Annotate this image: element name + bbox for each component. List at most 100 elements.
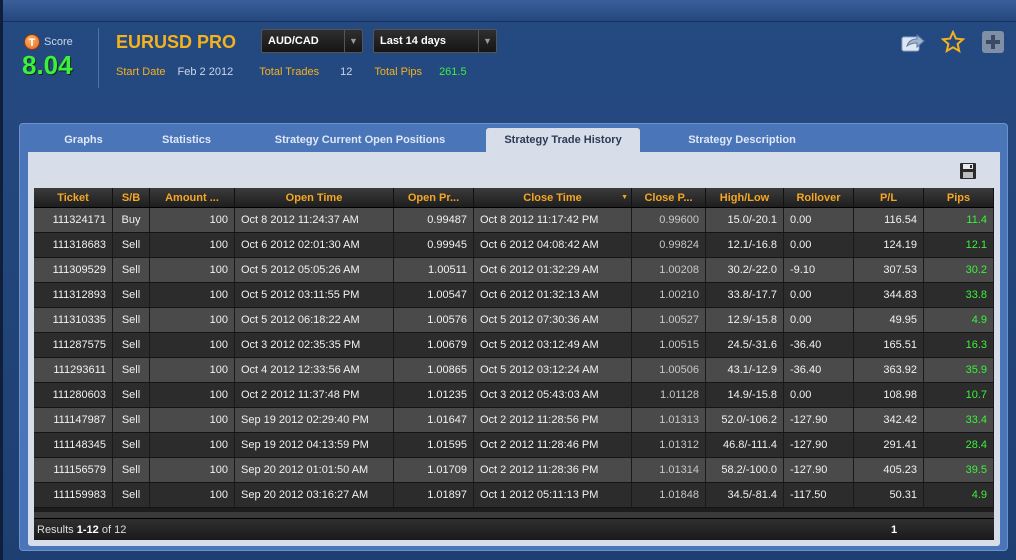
cell-side: Sell bbox=[113, 333, 150, 357]
chevron-down-icon[interactable]: ▼ bbox=[344, 30, 362, 52]
cell-side: Sell bbox=[113, 483, 150, 507]
cell-close-time: Oct 1 2012 05:11:13 PM bbox=[474, 483, 632, 507]
chevron-down-icon[interactable]: ▼ bbox=[478, 30, 496, 52]
star-icon[interactable] bbox=[941, 30, 965, 54]
start-date-value: Feb 2 2012 bbox=[177, 66, 234, 78]
tab-statistics[interactable]: Statistics bbox=[139, 128, 234, 152]
cell-open-time: Oct 6 2012 02:01:30 AM bbox=[235, 233, 394, 257]
tab-open-positions[interactable]: Strategy Current Open Positions bbox=[234, 128, 486, 152]
table-row[interactable]: 111280603 Sell 100 Oct 2 2012 11:37:48 PM 1.… bbox=[34, 383, 994, 408]
cell-high-low: 12.1/-16.8 bbox=[706, 233, 784, 257]
cell-ticket: 111318683 bbox=[34, 233, 113, 257]
cell-rollover: -36.40 bbox=[784, 333, 854, 357]
cell-close-time: Oct 2 2012 11:28:46 PM bbox=[474, 433, 632, 457]
cell-close-time: Oct 2 2012 11:28:36 PM bbox=[474, 458, 632, 482]
col-close-price[interactable]: Close P... bbox=[632, 188, 706, 207]
cell-rollover: 0.00 bbox=[784, 233, 854, 257]
col-open-time[interactable]: Open Time bbox=[235, 188, 394, 207]
strategy-name: EURUSD PRO bbox=[116, 32, 237, 52]
page-number[interactable]: 1 bbox=[891, 519, 897, 541]
col-amount[interactable]: Amount ... bbox=[150, 188, 235, 207]
top-strip bbox=[3, 0, 1016, 22]
sort-desc-icon: ▼ bbox=[621, 194, 628, 201]
cell-ticket: 111148345 bbox=[34, 433, 113, 457]
cell-pips: 33.8 bbox=[924, 283, 994, 307]
cell-ticket: 111309529 bbox=[34, 258, 113, 282]
pair-select[interactable]: AUD/CAD ▼ bbox=[261, 29, 363, 53]
cell-close-time: Oct 5 2012 07:30:36 AM bbox=[474, 308, 632, 332]
cell-rollover: -127.90 bbox=[784, 458, 854, 482]
header-divider bbox=[98, 28, 99, 88]
save-icon[interactable] bbox=[959, 162, 977, 180]
strategy-panel: Graphs Statistics Strategy Current Open … bbox=[19, 123, 1008, 551]
table-body: 111324171 Buy 100 Oct 8 2012 11:24:37 AM 0.9… bbox=[34, 208, 994, 508]
col-rollover[interactable]: Rollover bbox=[784, 188, 854, 207]
cell-close-price: 0.99824 bbox=[632, 233, 706, 257]
cell-open-price: 0.99945 bbox=[394, 233, 474, 257]
table-row[interactable]: 111310335 Sell 100 Oct 5 2012 06:18:22 AM 1.… bbox=[34, 308, 994, 333]
col-ticket[interactable]: Ticket bbox=[34, 188, 113, 207]
cell-close-price: 0.99600 bbox=[632, 208, 706, 232]
plus-icon[interactable] bbox=[981, 30, 1005, 54]
tab-bar: Graphs Statistics Strategy Current Open … bbox=[28, 128, 844, 152]
col-high-low[interactable]: High/Low bbox=[706, 188, 784, 207]
cell-pips: 11.4 bbox=[924, 208, 994, 232]
cell-amount: 100 bbox=[150, 383, 235, 407]
tab-trade-history[interactable]: Strategy Trade History bbox=[486, 128, 640, 152]
table-row[interactable]: 111148345 Sell 100 Sep 19 2012 04:13:59 PM 1… bbox=[34, 433, 994, 458]
cell-side: Sell bbox=[113, 408, 150, 432]
results-range: 1-12 bbox=[76, 524, 99, 536]
col-close-time[interactable]: Close Time ▼ bbox=[474, 188, 632, 207]
cell-rollover: -9.10 bbox=[784, 258, 854, 282]
table-row[interactable]: 111287575 Sell 100 Oct 3 2012 02:35:35 PM 1.… bbox=[34, 333, 994, 358]
cell-open-price: 1.01235 bbox=[394, 383, 474, 407]
table-row[interactable]: 111318683 Sell 100 Oct 6 2012 02:01:30 AM 0.… bbox=[34, 233, 994, 258]
cell-pl: 344.83 bbox=[854, 283, 924, 307]
cell-close-time: Oct 2 2012 11:28:56 PM bbox=[474, 408, 632, 432]
cell-open-time: Oct 4 2012 12:33:56 AM bbox=[235, 358, 394, 382]
table-row[interactable]: 111159983 Sell 100 Sep 20 2012 03:16:27 AM 1… bbox=[34, 483, 994, 508]
cell-close-price: 1.01128 bbox=[632, 383, 706, 407]
cell-rollover: 0.00 bbox=[784, 383, 854, 407]
cell-open-time: Sep 19 2012 04:13:59 PM bbox=[235, 433, 394, 457]
tab-graphs[interactable]: Graphs bbox=[28, 128, 139, 152]
cell-side: Sell bbox=[113, 433, 150, 457]
cell-close-time: Oct 3 2012 05:43:03 AM bbox=[474, 383, 632, 407]
total-pips-value: 261.5 bbox=[439, 66, 467, 78]
cell-open-time: Oct 5 2012 05:05:26 AM bbox=[235, 258, 394, 282]
cell-rollover: -36.40 bbox=[784, 358, 854, 382]
tab-description[interactable]: Strategy Description bbox=[640, 128, 844, 152]
cell-side: Sell bbox=[113, 308, 150, 332]
period-select[interactable]: Last 14 days ▼ bbox=[373, 29, 497, 53]
table-row[interactable]: 111312893 Sell 100 Oct 5 2012 03:11:55 PM 1.… bbox=[34, 283, 994, 308]
cell-amount: 100 bbox=[150, 433, 235, 457]
col-side[interactable]: S/B bbox=[113, 188, 150, 207]
cell-amount: 100 bbox=[150, 333, 235, 357]
table-row[interactable]: 111147987 Sell 100 Sep 19 2012 02:29:40 PM 1… bbox=[34, 408, 994, 433]
cell-ticket: 111287575 bbox=[34, 333, 113, 357]
table-row[interactable]: 111293611 Sell 100 Oct 4 2012 12:33:56 AM 1.… bbox=[34, 358, 994, 383]
col-pips[interactable]: Pips bbox=[924, 188, 994, 207]
col-pl[interactable]: P/L bbox=[854, 188, 924, 207]
cell-high-low: 24.5/-31.6 bbox=[706, 333, 784, 357]
cell-high-low: 46.8/-111.4 bbox=[706, 433, 784, 457]
table-row[interactable]: 111156579 Sell 100 Sep 20 2012 01:01:50 AM 1… bbox=[34, 458, 994, 483]
cell-high-low: 58.2/-100.0 bbox=[706, 458, 784, 482]
cell-close-time: Oct 5 2012 03:12:24 AM bbox=[474, 358, 632, 382]
cell-close-price: 1.00515 bbox=[632, 333, 706, 357]
results-total: of 12 bbox=[101, 524, 127, 536]
table-row[interactable]: 111309529 Sell 100 Oct 5 2012 05:05:26 AM 1.… bbox=[34, 258, 994, 283]
cell-close-price: 1.01848 bbox=[632, 483, 706, 507]
cell-pl: 405.23 bbox=[854, 458, 924, 482]
cell-close-price: 1.00208 bbox=[632, 258, 706, 282]
share-icon[interactable] bbox=[901, 30, 925, 54]
cell-high-low: 33.8/-17.7 bbox=[706, 283, 784, 307]
col-open-price[interactable]: Open Pr... bbox=[394, 188, 474, 207]
cell-side: Buy bbox=[113, 208, 150, 232]
cell-amount: 100 bbox=[150, 483, 235, 507]
cell-high-low: 15.0/-20.1 bbox=[706, 208, 784, 232]
cell-amount: 100 bbox=[150, 458, 235, 482]
table-row[interactable]: 111324171 Buy 100 Oct 8 2012 11:24:37 AM 0.9… bbox=[34, 208, 994, 233]
trade-history-table: Ticket S/B Amount ... Open Time Open Pr.… bbox=[34, 188, 994, 540]
cell-amount: 100 bbox=[150, 308, 235, 332]
